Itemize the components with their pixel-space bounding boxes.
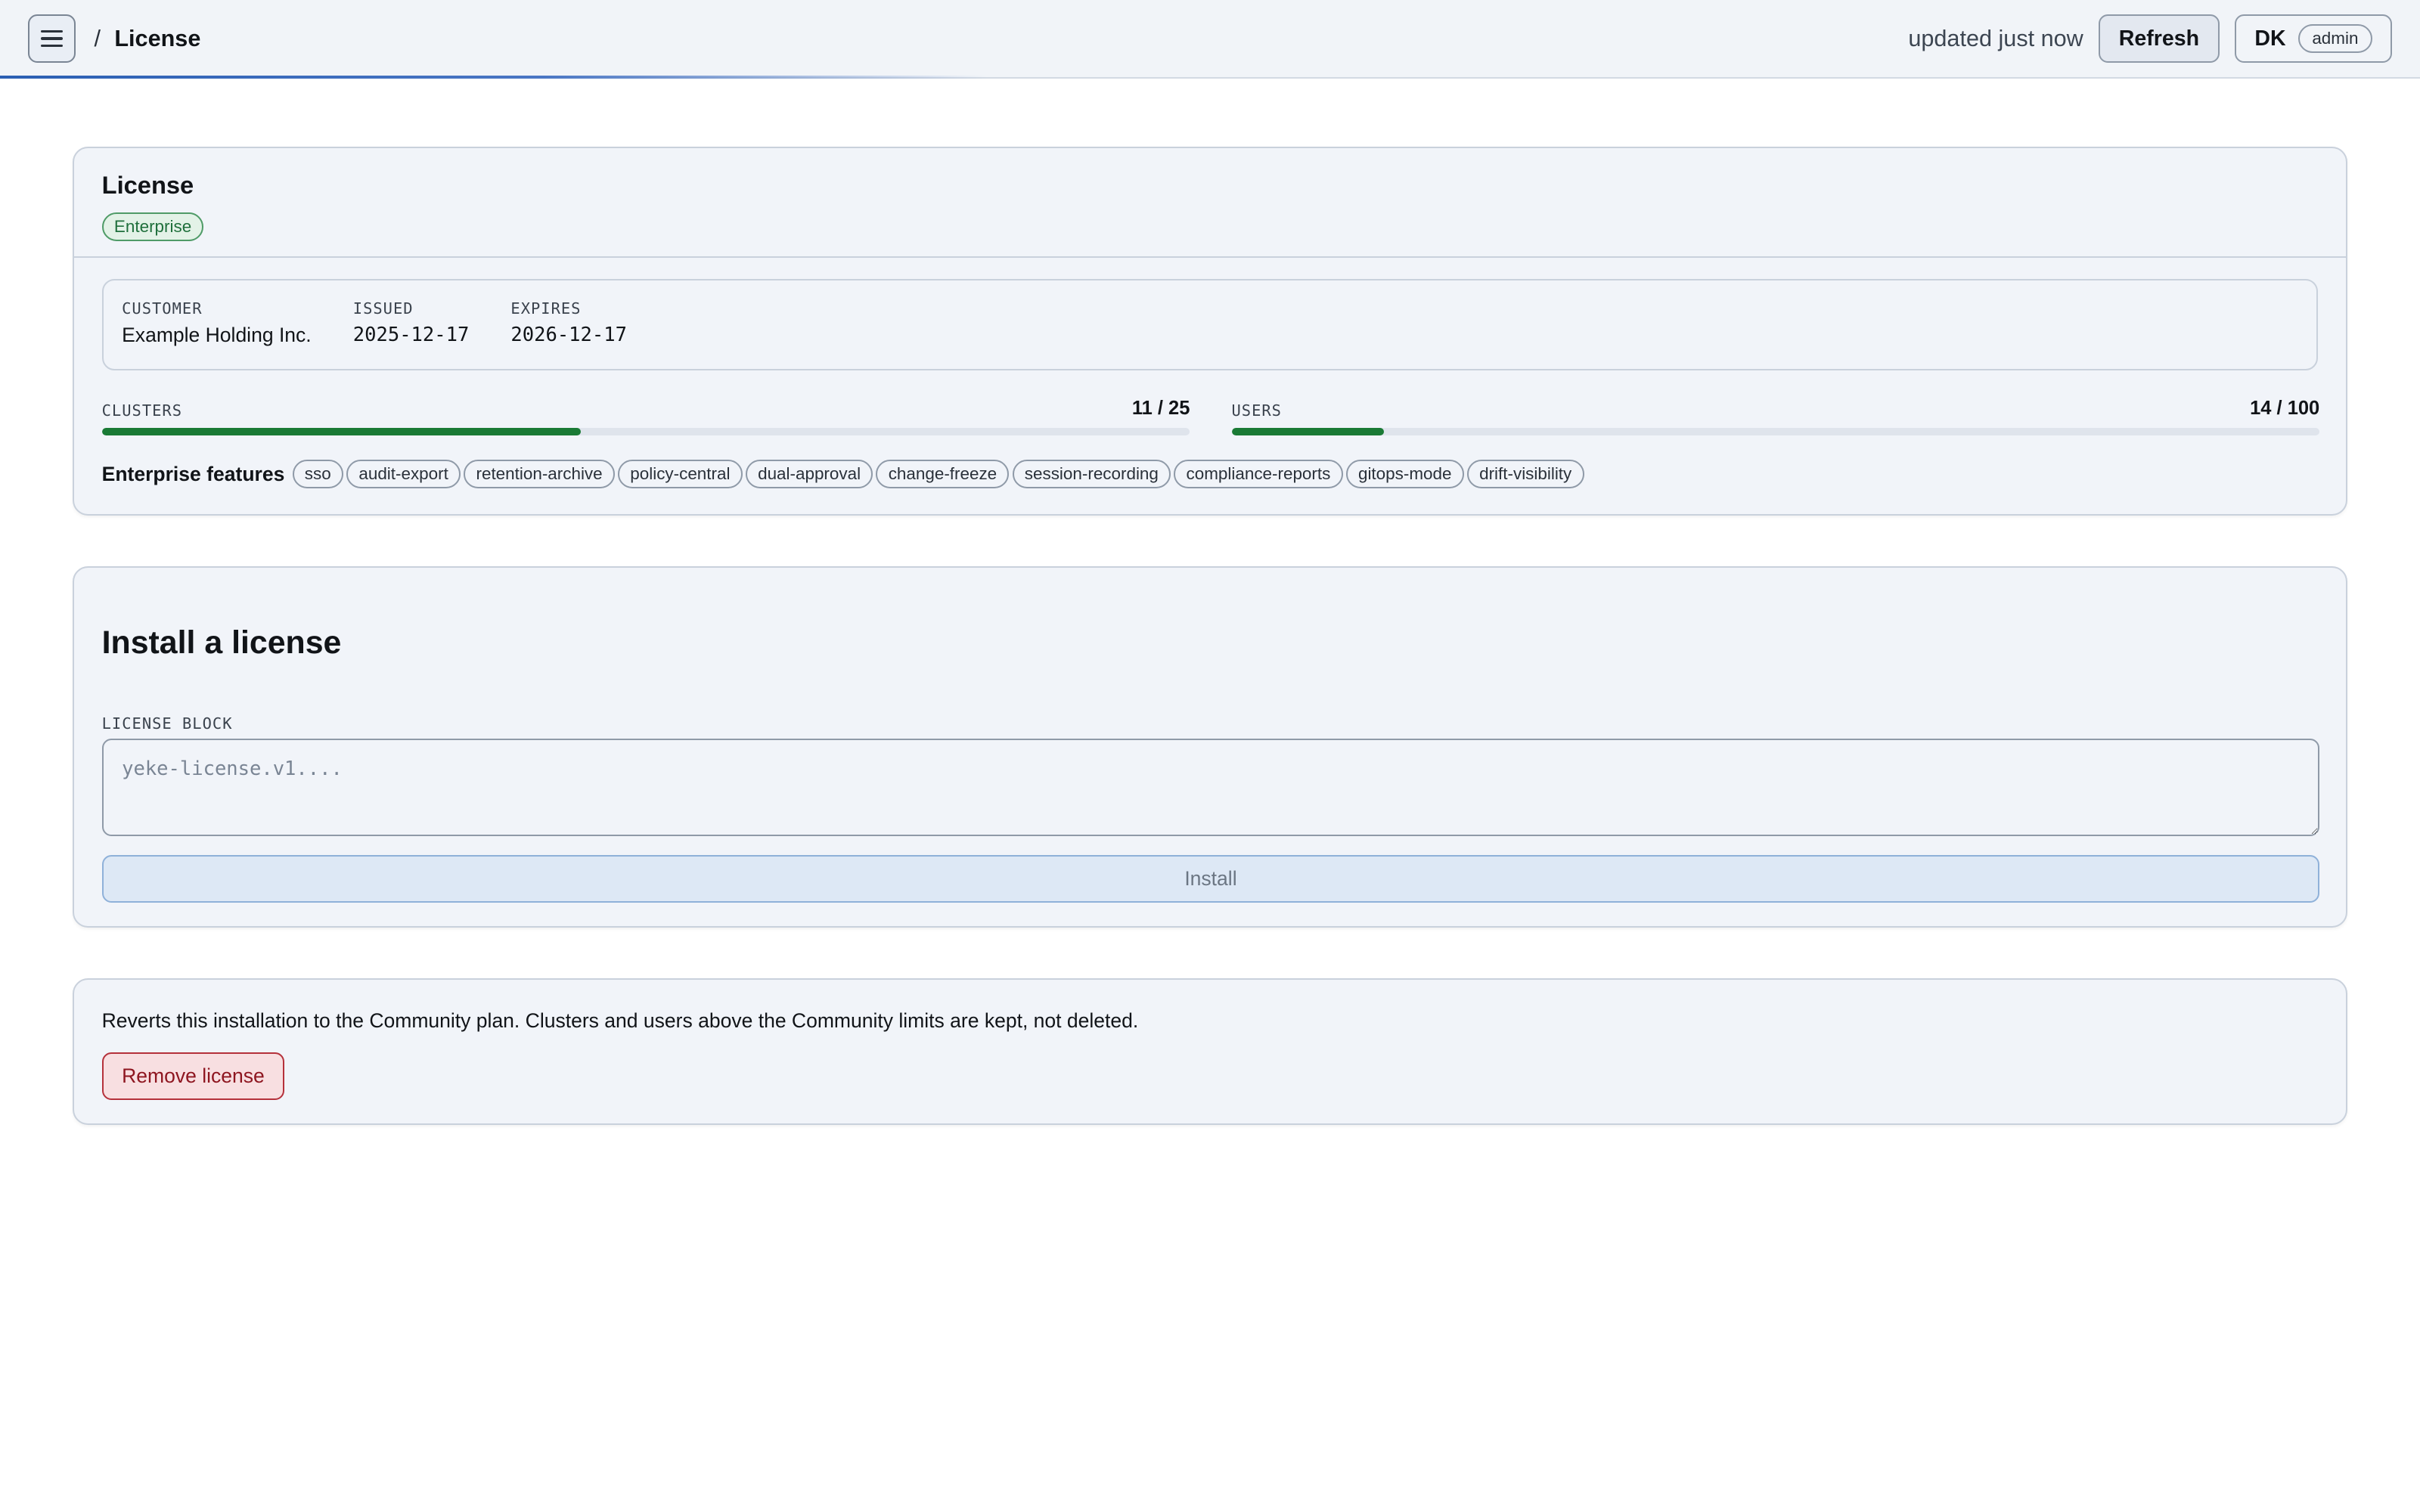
remove-license-button[interactable]: Remove license	[101, 1052, 285, 1101]
users-meter: USERS 14 / 100	[1231, 398, 2320, 435]
issued-value: 2025-12-17	[352, 323, 470, 346]
license-card-header: License Enterprise	[73, 148, 2347, 258]
feature-chip-audit-export: audit-export	[346, 460, 461, 489]
updated-status: updated just now	[1908, 25, 2083, 51]
users-label: USERS	[1231, 401, 1282, 420]
clusters-meter: CLUSTERS 11 / 25	[101, 398, 1190, 435]
clusters-label: CLUSTERS	[101, 401, 183, 420]
feature-chip-drift-visibility: drift-visibility	[1466, 460, 1584, 489]
feature-chip-policy-central: policy-central	[617, 460, 743, 489]
breadcrumb-current: License	[114, 25, 201, 51]
expires-value: 2026-12-17	[510, 323, 627, 346]
customer-value: Example Holding Inc.	[122, 323, 312, 346]
clusters-progress-fill	[101, 427, 581, 435]
install-license-card: Install a license LICENSE BLOCK Install	[72, 565, 2348, 928]
top-bar: / License updated just now Refresh DK ad…	[0, 0, 2420, 79]
refresh-button[interactable]: Refresh	[2099, 14, 2220, 63]
feature-chip-compliance-reports: compliance-reports	[1174, 460, 1343, 489]
issued-label: ISSUED	[352, 299, 414, 318]
feature-chip-retention-archive: retention-archive	[464, 460, 615, 489]
plan-badge: Enterprise	[101, 212, 204, 241]
install-button[interactable]: Install	[101, 854, 2320, 903]
expires-label: EXPIRES	[510, 299, 582, 318]
feature-chip-gitops-mode: gitops-mode	[1345, 460, 1464, 489]
expires-field: EXPIRES 2026-12-17	[510, 299, 627, 369]
users-value: 14 / 100	[2250, 398, 2320, 420]
license-block-input[interactable]	[101, 739, 2320, 837]
hamburger-menu-icon[interactable]	[27, 14, 76, 63]
user-initials: DK	[2254, 26, 2286, 51]
user-role-badge: admin	[2298, 23, 2372, 54]
clusters-value: 11 / 25	[1131, 398, 1190, 420]
customer-field: CUSTOMER Example Holding Inc.	[122, 299, 312, 369]
remove-description: Reverts this installation to the Communi…	[101, 1009, 1139, 1032]
app-root: / License updated just now Refresh DK ad…	[0, 0, 2420, 1512]
license-info-box: CUSTOMER Example Holding Inc. ISSUED 202…	[101, 279, 2319, 370]
feature-chip-session-recording: session-recording	[1012, 460, 1171, 489]
breadcrumb-separator: /	[94, 25, 101, 51]
user-menu-button[interactable]: DK admin	[2234, 14, 2393, 63]
license-title: License	[101, 171, 194, 200]
install-title: Install a license	[101, 624, 342, 662]
users-progress-fill	[1231, 427, 1384, 435]
enterprise-features: Enterprise features sso audit-export reten…	[101, 460, 1584, 489]
customer-label: CUSTOMER	[122, 299, 203, 318]
clusters-progress-track	[101, 427, 1190, 435]
feature-chip-dual-approval: dual-approval	[745, 460, 873, 489]
license-card: License Enterprise CUSTOMER Example Hold…	[72, 146, 2348, 516]
license-block-label: LICENSE BLOCK	[101, 714, 233, 733]
remove-license-card: Reverts this installation to the Communi…	[72, 978, 2348, 1125]
feature-chip-change-freeze: change-freeze	[876, 460, 1010, 489]
users-progress-track	[1231, 427, 2320, 435]
feature-chip-sso: sso	[292, 460, 343, 489]
issued-field: ISSUED 2025-12-17	[353, 299, 470, 369]
features-title: Enterprise features	[101, 462, 285, 485]
